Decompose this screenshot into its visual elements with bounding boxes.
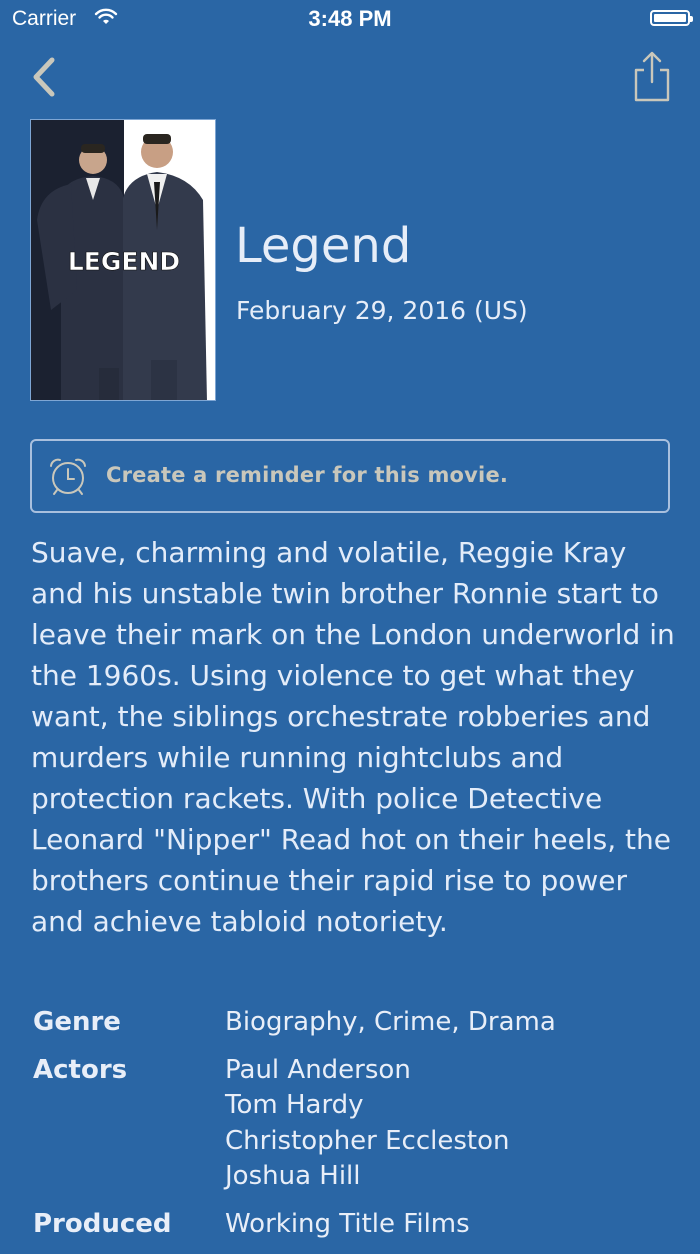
status-bar: Carrier 3:48 PM [0,0,700,40]
poster-title: LEGEND [68,247,180,276]
poster-image: LEGEND [31,120,215,400]
release-date: February 29, 2016 (US) [236,296,528,325]
movie-title: Legend [235,218,412,274]
create-reminder-button[interactable]: Create a reminder for this movie. [30,439,670,513]
actors-label: Actors [33,1054,128,1085]
genre-label: Genre [33,1007,121,1037]
movie-details: Genre Biography, Crime, Drama Actors Pau… [33,1005,673,1254]
alarm-clock-icon [48,457,88,501]
share-icon [634,51,670,102]
produced-label: Produced [33,1208,172,1239]
actor-name: Joshua Hill [225,1161,361,1191]
actor-name: Paul Anderson [225,1054,411,1085]
chevron-left-icon [33,57,55,97]
movie-poster: LEGEND [30,119,216,401]
share-button[interactable] [630,50,674,104]
produced-row: Produced Working Title Films [33,1207,673,1243]
battery-icon [650,10,693,26]
back-button[interactable] [28,56,62,100]
genre-row: Genre Biography, Crime, Drama [33,1005,673,1041]
reminder-label: Create a reminder for this movie. [106,463,509,487]
status-time: 3:48 PM [308,6,392,31]
actor-name: Tom Hardy [225,1090,364,1120]
actors-row: Actors Paul Anderson Tom Hardy Christoph… [33,1053,673,1195]
genre-value: Biography, Crime, Drama [225,1007,556,1037]
produced-value: Working Title Films [225,1208,470,1239]
movie-overview: Suave, charming and volatile, Reggie Kra… [31,536,675,938]
actor-name: Christopher Eccleston [225,1125,510,1156]
